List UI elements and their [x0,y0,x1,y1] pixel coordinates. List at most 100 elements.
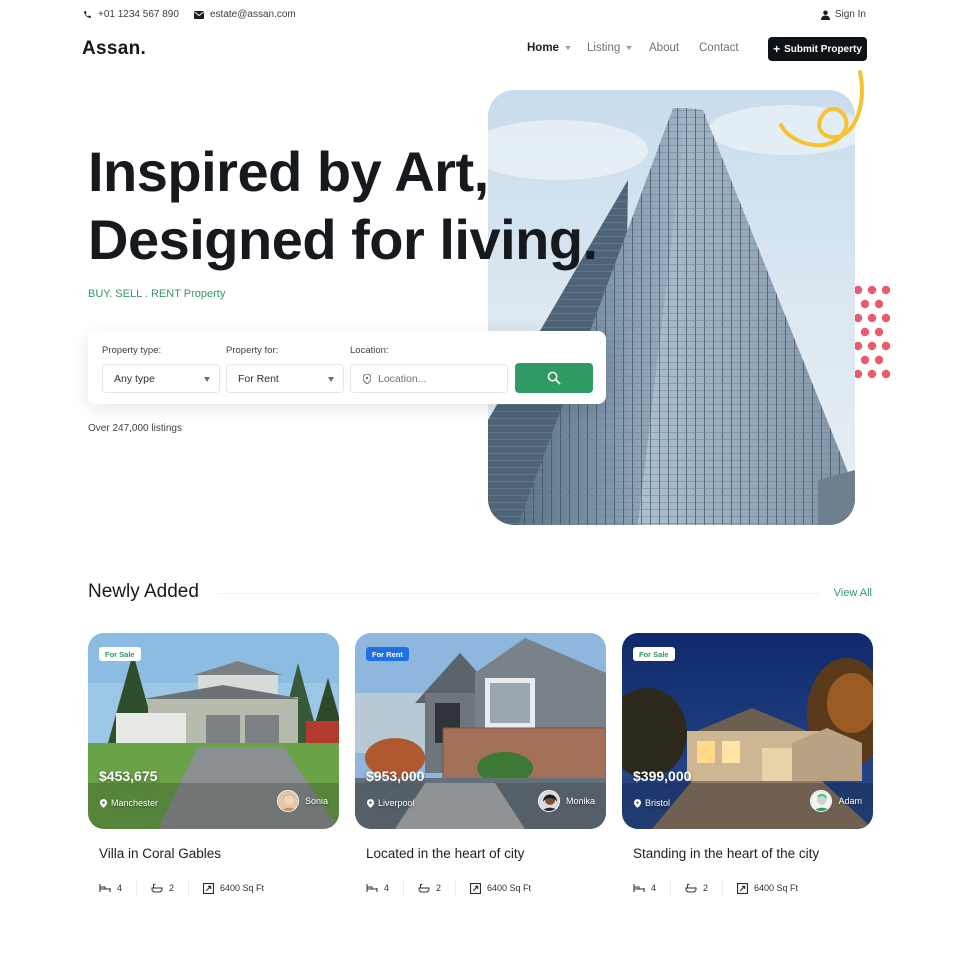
property-search-form: Property type: Any type Property for: Fo… [88,331,606,404]
nav-item-label: Home [527,42,559,54]
bath-icon [151,883,163,893]
area-spec: 6400 Sq Ft [203,882,265,894]
map-pin-icon [634,798,641,808]
avatar [537,790,560,812]
hero-subtitle: BUY. SELL . RENT Property [88,288,226,300]
nav-item-label: Contact [699,42,739,54]
property-type-value: Any type [114,372,155,385]
property-card[interactable]: For Sale $399,000 Bristol Adam Standing … [622,633,873,895]
spec-divider [455,881,457,895]
nav-item-listing[interactable]: Listing [587,42,633,54]
chevron-down-icon [626,46,633,50]
baths-count: 2 [436,883,442,893]
property-type-select[interactable]: Any type [102,364,220,393]
property-type-label: Property type: [102,345,162,356]
user-icon [820,10,830,20]
status-badge: For Sale [99,647,141,661]
spec-divider [188,881,190,895]
bed-icon [366,884,378,892]
spec-divider [403,881,405,895]
property-specs: 4 2 6400 Sq Ft [633,881,798,895]
location-placeholder: Location... [378,372,427,385]
baths-count: 2 [703,883,709,893]
beds-spec: 4 [633,883,656,893]
baths-spec: 2 [151,883,174,893]
plus-icon: + [773,42,781,56]
search-button[interactable] [515,363,593,393]
spec-divider [670,881,672,895]
beds-spec: 4 [99,883,122,893]
property-price: $453,675 [99,768,158,784]
status-badge: For Sale [633,647,675,661]
property-specs: 4 2 6400 Sq Ft [99,881,264,895]
map-pin-icon [363,373,371,384]
bed-icon [633,884,645,892]
area-size: 6400 Sq Ft [754,883,799,893]
agent-info[interactable]: Monika [537,790,595,812]
property-card[interactable]: For Rent $953,000 Liverpool Monika Locat… [355,633,606,895]
submit-property-label: Submit Property [784,43,862,55]
chevron-down-icon [328,377,334,382]
property-image[interactable]: For Rent $953,000 Liverpool Monika [355,633,606,829]
agent-info[interactable]: Adam [810,790,862,812]
agent-name: Sonia [304,796,328,806]
spec-divider [136,881,138,895]
phone-contact[interactable]: +01 1234 567 890 [83,9,179,20]
listings-count: Over 247,000 listings [88,423,182,434]
property-image[interactable]: For Sale $399,000 Bristol Adam [622,633,873,829]
area-icon [737,882,749,894]
submit-property-button[interactable]: + Submit Property [768,37,867,61]
decorative-squiggle [779,70,864,148]
agent-info[interactable]: Sonia [276,790,328,812]
property-city: Bristol [645,798,671,808]
sign-in-link[interactable]: Sign In [820,9,866,20]
agent-name: Adam [838,796,862,806]
beds-spec: 4 [366,883,389,893]
avatar [276,790,299,812]
property-title[interactable]: Standing in the heart of the city [633,846,819,861]
nav-item-label: Listing [587,42,621,54]
location-input[interactable]: Location... [350,364,508,393]
beds-count: 4 [384,883,390,893]
chevron-down-icon [204,377,210,382]
area-icon [470,882,482,894]
nav-item-home[interactable]: Home [527,42,571,54]
bath-icon [685,883,697,893]
beds-count: 4 [117,883,123,893]
map-pin-icon [100,798,107,808]
area-spec: 6400 Sq Ft [470,882,532,894]
hero-title-line-2: Designed for living. [88,208,598,271]
avatar [810,790,833,812]
property-for-select[interactable]: For Rent [226,364,344,393]
email-address: estate@assan.com [210,9,296,20]
baths-count: 2 [169,883,175,893]
property-title[interactable]: Located in the heart of city [366,846,524,861]
property-specs: 4 2 6400 Sq Ft [366,881,531,895]
status-badge: For Rent [366,647,409,661]
nav-item-label: About [649,42,680,54]
hero-title: Inspired by Art, Designed for living. [88,138,598,274]
nav-item-contact[interactable]: Contact [699,42,739,54]
property-title[interactable]: Villa in Coral Gables [99,846,221,861]
map-pin-icon [367,798,374,808]
bath-icon [418,883,430,893]
view-all-link[interactable]: View All [834,587,872,599]
property-card[interactable]: For Sale $453,675 Manchester Sonia Villa… [88,633,339,895]
property-image[interactable]: For Sale $453,675 Manchester Sonia [88,633,339,829]
hero-title-line-1: Inspired by Art, [88,140,489,203]
agent-name: Monika [565,796,595,806]
chevron-down-icon [564,46,571,50]
property-location: Liverpool [367,798,415,808]
beds-count: 4 [651,883,657,893]
bed-icon [99,884,111,892]
logo[interactable]: Assan. [82,38,146,60]
nav-item-about[interactable]: About [649,42,679,54]
spec-divider [722,881,724,895]
area-size: 6400 Sq Ft [220,883,265,893]
email-contact[interactable]: estate@assan.com [194,9,296,20]
sign-in-label: Sign In [834,9,866,20]
property-location: Bristol [634,798,670,808]
area-size: 6400 Sq Ft [487,883,532,893]
property-for-label: Property for: [226,345,279,356]
section-title: Newly Added [88,581,199,602]
